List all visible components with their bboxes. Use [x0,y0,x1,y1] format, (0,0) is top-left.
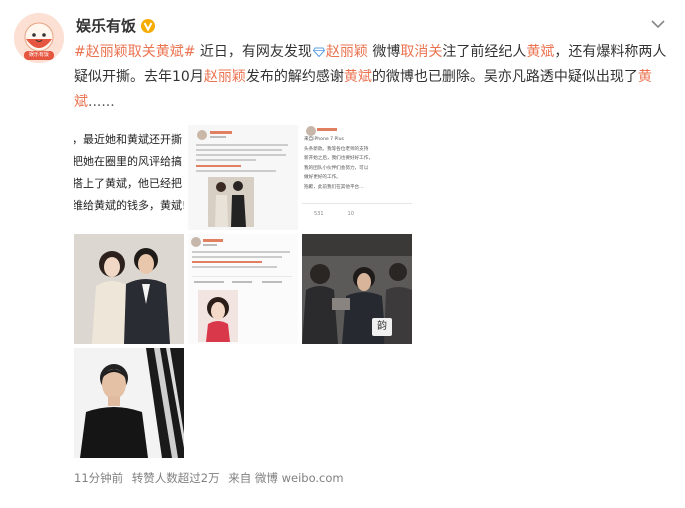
repost-info: 转赞人数超过2万 [131,471,220,485]
image-text-line: 搭上了黄斌，他已经把 [74,177,182,190]
post-image-5[interactable] [188,234,298,344]
image-text-line: 做好更好的工作。 [304,175,341,180]
mention-link[interactable]: 赵丽颖 [326,44,368,60]
image-text-line: 新开始之后，我们也要好好工作， [304,156,373,161]
verified-badge-icon [141,18,156,33]
image-text-line: 维给黄斌的钱多，黄斌! [74,199,184,212]
post-text-segment: 微博 [367,44,401,60]
post-image-2[interactable] [188,125,298,230]
weibo-screenshot-graphic [188,234,298,344]
post-text-segment: 发布的解约感谢 [245,69,344,85]
post-text: #赵丽颖取关黄斌# 近日，有网友发现 赵丽颖 微博取消关注了前经纪人黄斌，还有爆料… [74,40,674,115]
watermark-badge: 韵 [372,318,392,336]
couple-photo-graphic [74,234,184,344]
post-text-highlight: 关 [428,44,443,60]
post-text-segment: 近日，有网友发现 [195,44,312,60]
post-image-4[interactable] [74,234,184,344]
post-image-3[interactable]: 来自iPhone 7 Plus 头条新款。我等各位老师的支持 新开始之后，我们也… [302,125,412,230]
repost-count: 531 [314,211,324,217]
comment-count: 10 [347,211,354,217]
post-text-segment: 注了前经纪人 [442,44,527,60]
mention-link[interactable]: 黄斌 [526,44,554,60]
post-source[interactable]: 来自 微博 weibo.com [228,471,343,485]
image-text-line: 来自iPhone 7 Plus [304,137,344,142]
avatar-caption: 娱乐有饭 [28,52,49,58]
user-name-block[interactable]: 娱乐有饭 [76,15,156,36]
chevron-down-icon[interactable] [651,19,665,29]
watermark-text: 韵 [377,321,387,332]
mention-link[interactable]: 黄斌 [344,69,372,85]
image-text-line: ，最近她和黄斌还开撕 [74,133,182,146]
image-text-line: 抱歉，此前我们在其他平台… [304,184,364,190]
post-image-1[interactable]: ，最近她和黄斌还开撕 把她在圈里的风评给搞 搭上了黄斌，他已经把 维给黄斌的钱多… [74,125,184,230]
hashtag-link[interactable]: #赵丽颖取关黄斌# [74,44,195,60]
image-text-line: 头条新款。我等各位老师的支持 [304,146,369,152]
weibo-screenshot-graphic [188,125,298,230]
man-photo-graphic [74,348,184,458]
post-footer: 11分钟前 转赞人数超过2万 来自 微博 weibo.com [74,470,349,486]
post-image-7[interactable] [74,348,184,458]
post-time[interactable]: 11分钟前 [74,471,123,485]
post-text-highlight: 取消 [400,44,429,60]
user-name[interactable]: 娱乐有饭 [76,15,136,36]
mention-link[interactable]: 赵丽颖 [204,69,246,85]
crowd-photo-graphic [302,234,412,344]
post-image-6[interactable]: 韵 [302,234,412,344]
expand-ellipsis[interactable]: ...... [88,94,115,110]
image-text-line: 把她在圈里的风评给搞 [74,155,182,168]
user-avatar[interactable]: 娱乐有饭 [14,13,64,63]
post-text-segment: 的微博也已删除。吴亦凡路透中疑似出现了 [371,69,638,85]
diamond-icon [312,47,325,57]
image-text-line: 我的团队小伙伴们会努力，可以 [304,165,369,171]
